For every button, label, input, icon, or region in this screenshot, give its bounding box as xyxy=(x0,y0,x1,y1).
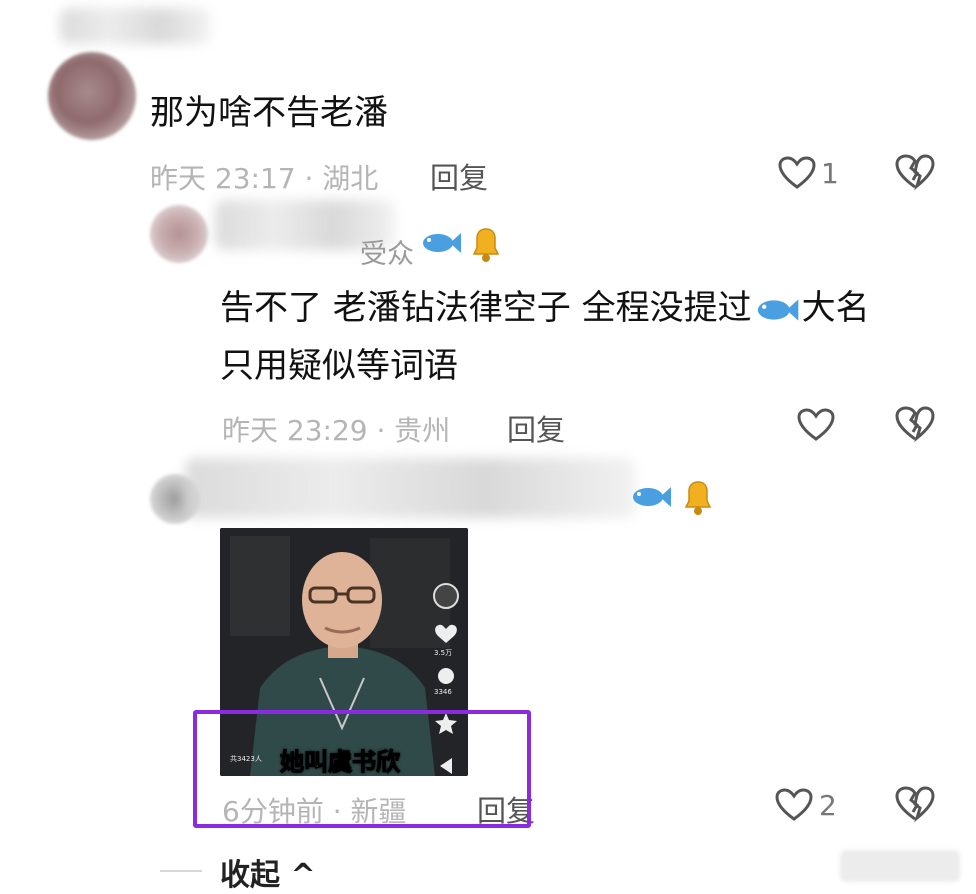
watermark xyxy=(840,850,960,882)
highlight-box xyxy=(193,710,531,828)
broken-heart-icon[interactable] xyxy=(895,786,935,822)
bell-icon xyxy=(466,224,506,264)
comment-text: 告不了 老潘钻法律空子 全程没提过 xyxy=(220,288,752,328)
username-blurred[interactable] xyxy=(60,8,210,44)
comment-text: 大名 xyxy=(801,288,870,328)
video-like-count: 3.5万 xyxy=(434,649,453,657)
video-comment-count: 3346 xyxy=(434,688,452,696)
comment-text: 那为啥不告老潘 xyxy=(150,93,388,133)
broken-heart-icon[interactable] xyxy=(895,154,935,190)
fish-icon xyxy=(420,228,462,258)
fish-icon xyxy=(754,294,800,326)
heart-icon[interactable] xyxy=(778,156,816,190)
bell-icon xyxy=(678,477,718,517)
heart-icon[interactable] xyxy=(797,408,835,442)
comment-text-line1: 告不了 老潘钻法律空子 全程没提过 大名 xyxy=(220,283,870,333)
avatar[interactable] xyxy=(150,205,208,263)
heart-icon[interactable] xyxy=(775,788,813,822)
username-blurred[interactable] xyxy=(185,458,635,518)
fish-icon xyxy=(630,482,672,512)
avatar[interactable] xyxy=(48,52,136,140)
like-count: 1 xyxy=(821,157,839,190)
comment-meta: 昨天 23:17 · 湖北 xyxy=(150,162,379,195)
collapse-button[interactable]: 收起 ^ xyxy=(220,850,316,894)
username-suffix: 受众 xyxy=(360,239,414,270)
reply-button[interactable]: 回复 xyxy=(507,407,565,449)
broken-heart-icon[interactable] xyxy=(895,406,935,442)
reply-button[interactable]: 回复 xyxy=(430,155,488,197)
comment-meta: 昨天 23:29 · 贵州 xyxy=(222,414,451,447)
comment-text-line2: 只用疑似等词语 xyxy=(220,346,458,386)
like-count: 2 xyxy=(819,789,837,822)
divider xyxy=(160,870,202,872)
